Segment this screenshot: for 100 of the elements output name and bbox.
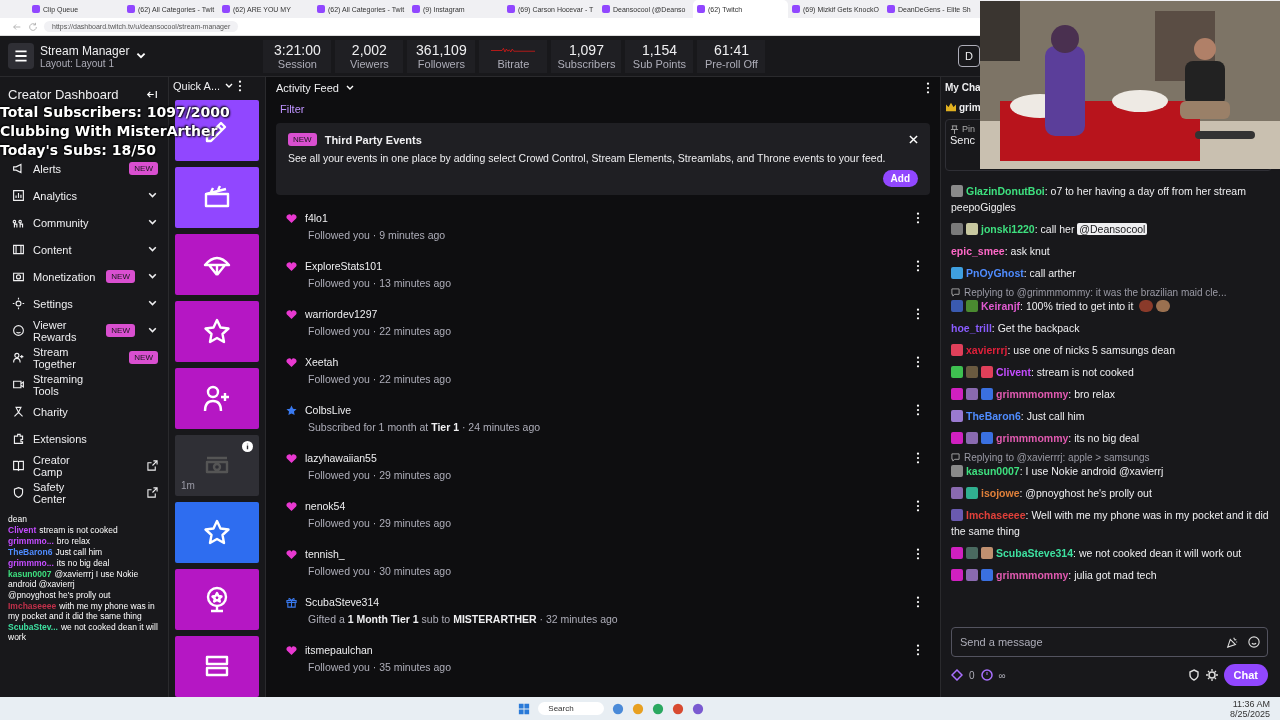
quick-action-tile[interactable] bbox=[175, 301, 259, 362]
reply-icon bbox=[951, 288, 960, 297]
chevron-down-icon[interactable] bbox=[147, 217, 158, 228]
more-icon[interactable] bbox=[916, 260, 920, 272]
external-link-icon[interactable] bbox=[147, 487, 158, 498]
event-username[interactable]: nenok54 bbox=[305, 500, 346, 512]
sidebar-item[interactable]: Extensions bbox=[8, 425, 162, 452]
pin-icon bbox=[950, 124, 959, 134]
event-username[interactable]: f4lo1 bbox=[305, 212, 328, 224]
chat-message: kasun0007: I use Nokie android @xavierrj bbox=[951, 463, 1272, 479]
app-icon[interactable] bbox=[651, 702, 664, 715]
close-icon[interactable] bbox=[909, 135, 918, 144]
sidebar-item[interactable]: Community bbox=[8, 209, 162, 236]
quick-action-tile[interactable] bbox=[175, 569, 259, 630]
sidebar-item[interactable]: Stream Together NEW bbox=[8, 344, 162, 371]
event-detail: Followed you · 22 minutes ago bbox=[308, 373, 452, 385]
chat-button[interactable]: Chat bbox=[1223, 664, 1268, 686]
sidebar-item[interactable]: Safety Center bbox=[8, 479, 162, 506]
more-icon[interactable] bbox=[916, 404, 920, 416]
start-icon[interactable] bbox=[518, 702, 531, 715]
stat-label: Session bbox=[277, 57, 317, 70]
quick-action-tile[interactable] bbox=[175, 234, 259, 295]
more-icon[interactable] bbox=[916, 212, 920, 224]
overlay-chat-line: @pnoyghost he's prolly out bbox=[8, 590, 112, 600]
event-username[interactable]: ScubaSteve314 bbox=[305, 596, 380, 608]
chat-message: jonski1220: call her @Deansocool bbox=[951, 221, 1272, 237]
notice-text: See all your events in one place by adding select Crowd Control, Stream Elements, Streamlabs, and Throne events to your feed. bbox=[288, 152, 887, 164]
search-field[interactable]: Search bbox=[538, 702, 604, 715]
reply-text: Replying to @xavierrrj: apple > samsungs bbox=[964, 452, 1150, 463]
app-icon[interactable] bbox=[671, 702, 684, 715]
quick-action-tile[interactable] bbox=[175, 368, 259, 429]
sidebar-item[interactable]: Analytics bbox=[8, 182, 162, 209]
sidebar-item[interactable]: Charity bbox=[8, 398, 162, 425]
chat-input[interactable]: Send a message bbox=[951, 627, 1268, 657]
timer-icon[interactable] bbox=[980, 669, 993, 681]
add-button[interactable]: Add bbox=[882, 170, 918, 187]
chat-message: hoe_trill: Get the backpack bbox=[951, 321, 1081, 336]
sidebar-icon bbox=[12, 486, 25, 499]
event-detail: Followed you · 30 minutes ago bbox=[308, 565, 452, 577]
sidebar-icon bbox=[12, 432, 25, 445]
quick-action-tile[interactable] bbox=[175, 636, 259, 697]
event-username[interactable]: Xeetah bbox=[305, 356, 339, 368]
event-detail: Followed you · 29 minutes ago bbox=[308, 469, 452, 481]
event-detail: Subscribed for 1 month at Tier 1 · 24 minutes ago bbox=[308, 421, 542, 433]
event-username[interactable]: ExploreStats101 bbox=[305, 260, 383, 272]
chat-username[interactable]: grim bbox=[959, 101, 981, 113]
event-username[interactable]: ColbsLive bbox=[305, 404, 352, 416]
external-link-icon[interactable] bbox=[147, 460, 158, 471]
sidebar-item[interactable]: Creator Camp bbox=[8, 452, 162, 479]
sidebar-icon bbox=[12, 405, 25, 418]
sidebar-item[interactable]: Monetization NEW bbox=[8, 263, 162, 290]
stat-label: Viewers bbox=[349, 57, 389, 70]
tab-favicon-icon bbox=[602, 5, 610, 13]
tab-favicon-icon bbox=[222, 5, 230, 13]
sidebar-item[interactable]: Streaming Tools bbox=[8, 371, 162, 398]
event-username[interactable]: lazyhawaiian55 bbox=[305, 452, 377, 464]
event-username[interactable]: itsmepaulchan bbox=[305, 644, 373, 656]
sidebar-icon bbox=[12, 162, 25, 175]
stat-label: Bitrate bbox=[497, 57, 530, 70]
new-badge: NEW bbox=[129, 351, 158, 364]
more-icon[interactable] bbox=[926, 82, 930, 94]
settings-icon[interactable] bbox=[1205, 669, 1218, 681]
event-username[interactable]: warriordev1297 bbox=[305, 308, 378, 320]
tab-favicon-icon bbox=[32, 5, 40, 13]
chat-message: GlazinDonutBoi: o7 to her having a day off from her stream peepoGiggles bbox=[951, 184, 1247, 215]
chevron-down-icon[interactable] bbox=[147, 271, 158, 282]
sidebar-icon bbox=[12, 378, 25, 391]
event-username[interactable]: tennish_ bbox=[305, 548, 345, 560]
filter-link[interactable]: Filter bbox=[280, 103, 305, 115]
more-icon[interactable] bbox=[916, 356, 920, 368]
emoji-icon[interactable] bbox=[1248, 636, 1260, 648]
menu-icon[interactable] bbox=[8, 43, 34, 69]
sidebar-icon bbox=[12, 297, 25, 310]
more-icon[interactable] bbox=[916, 308, 920, 320]
shield-icon[interactable] bbox=[1187, 669, 1200, 681]
event-detail: Gifted a 1 Month Tier 1 sub to MISTERARTHER · 32 minutes ago bbox=[308, 613, 619, 625]
chevron-down-icon[interactable] bbox=[147, 190, 158, 201]
points-icon[interactable] bbox=[951, 669, 963, 681]
quick-action-tile[interactable] bbox=[175, 502, 259, 563]
chevron-down-icon[interactable] bbox=[147, 325, 158, 336]
new-badge: NEW bbox=[288, 133, 317, 146]
overlay-text: Today's Subs: 18/50 bbox=[0, 141, 157, 160]
sidebar-item[interactable]: Content bbox=[8, 236, 162, 263]
pinned-label: Pin bbox=[962, 124, 975, 134]
party-icon[interactable] bbox=[1226, 636, 1238, 648]
collapse-icon[interactable] bbox=[146, 88, 158, 100]
more-icon[interactable] bbox=[238, 79, 243, 92]
more-icon[interactable] bbox=[916, 644, 920, 656]
chevron-down-icon[interactable] bbox=[147, 244, 158, 255]
more-icon[interactable] bbox=[916, 596, 920, 608]
chevron-down-icon[interactable] bbox=[147, 298, 158, 309]
more-icon[interactable] bbox=[916, 500, 920, 512]
more-icon[interactable] bbox=[916, 548, 920, 560]
stat-value: 2,002 bbox=[351, 42, 387, 58]
sidebar-item[interactable]: Viewer Rewards NEW bbox=[8, 317, 162, 344]
app-icon[interactable] bbox=[611, 702, 624, 715]
quick-action-tile[interactable] bbox=[175, 167, 259, 228]
sidebar-item[interactable]: Settings bbox=[8, 290, 162, 317]
app-icon[interactable] bbox=[691, 702, 704, 715]
more-icon[interactable] bbox=[916, 452, 920, 464]
